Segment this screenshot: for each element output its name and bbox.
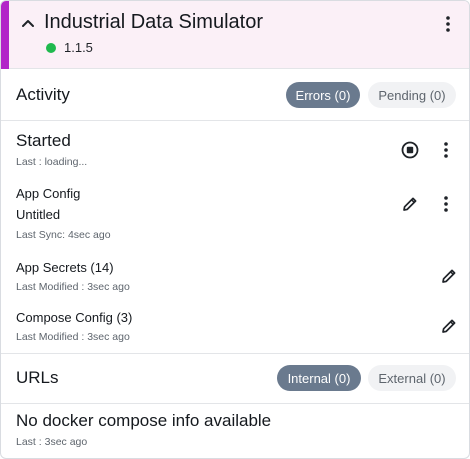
- compose-info-message: No docker compose info available: [16, 411, 272, 430]
- status-indicator: [46, 43, 56, 53]
- pending-filter-button[interactable]: Pending (0): [368, 82, 456, 108]
- urls-title: URLs: [16, 368, 59, 387]
- app-title: Industrial Data Simulator: [44, 11, 263, 33]
- compose-config-last-modified: Last Modified : 3sec ago: [16, 331, 130, 343]
- pencil-icon[interactable]: [438, 315, 460, 337]
- app-config-last-sync: Last Sync: 4sec ago: [16, 229, 111, 241]
- app-config-value: Untitled: [16, 207, 61, 222]
- app-config-title: App Config: [16, 186, 81, 201]
- kebab-menu-icon[interactable]: [436, 138, 456, 162]
- app-version: 1.1.5: [64, 40, 93, 55]
- internal-urls-button[interactable]: Internal (0): [277, 365, 361, 391]
- chevron-up-icon[interactable]: [19, 14, 37, 32]
- kebab-menu-icon[interactable]: [438, 12, 458, 36]
- kebab-menu-icon[interactable]: [436, 192, 456, 216]
- app-card: Industrial Data Simulator 1.1.5 Activity…: [0, 0, 470, 459]
- external-urls-button[interactable]: External (0): [368, 365, 456, 391]
- app-secrets-title: App Secrets (14): [16, 260, 114, 275]
- app-secrets-last-modified: Last Modified : 3sec ago: [16, 281, 130, 293]
- compose-config-title: Compose Config (3): [16, 310, 133, 325]
- activity-title: Activity: [16, 85, 70, 104]
- run-status-last: Last : loading...: [16, 156, 88, 168]
- compose-info-last: Last : 3sec ago: [16, 436, 88, 448]
- run-status-title: Started: [16, 131, 71, 150]
- pencil-icon[interactable]: [438, 265, 460, 287]
- stop-circle-icon[interactable]: [399, 139, 421, 161]
- divider: [1, 403, 469, 404]
- app-header: Industrial Data Simulator 1.1.5: [1, 1, 469, 69]
- pencil-icon[interactable]: [399, 193, 421, 215]
- errors-filter-button[interactable]: Errors (0): [286, 82, 360, 108]
- divider: [1, 353, 469, 354]
- status-accent-bar: [1, 1, 9, 69]
- divider: [1, 120, 469, 121]
